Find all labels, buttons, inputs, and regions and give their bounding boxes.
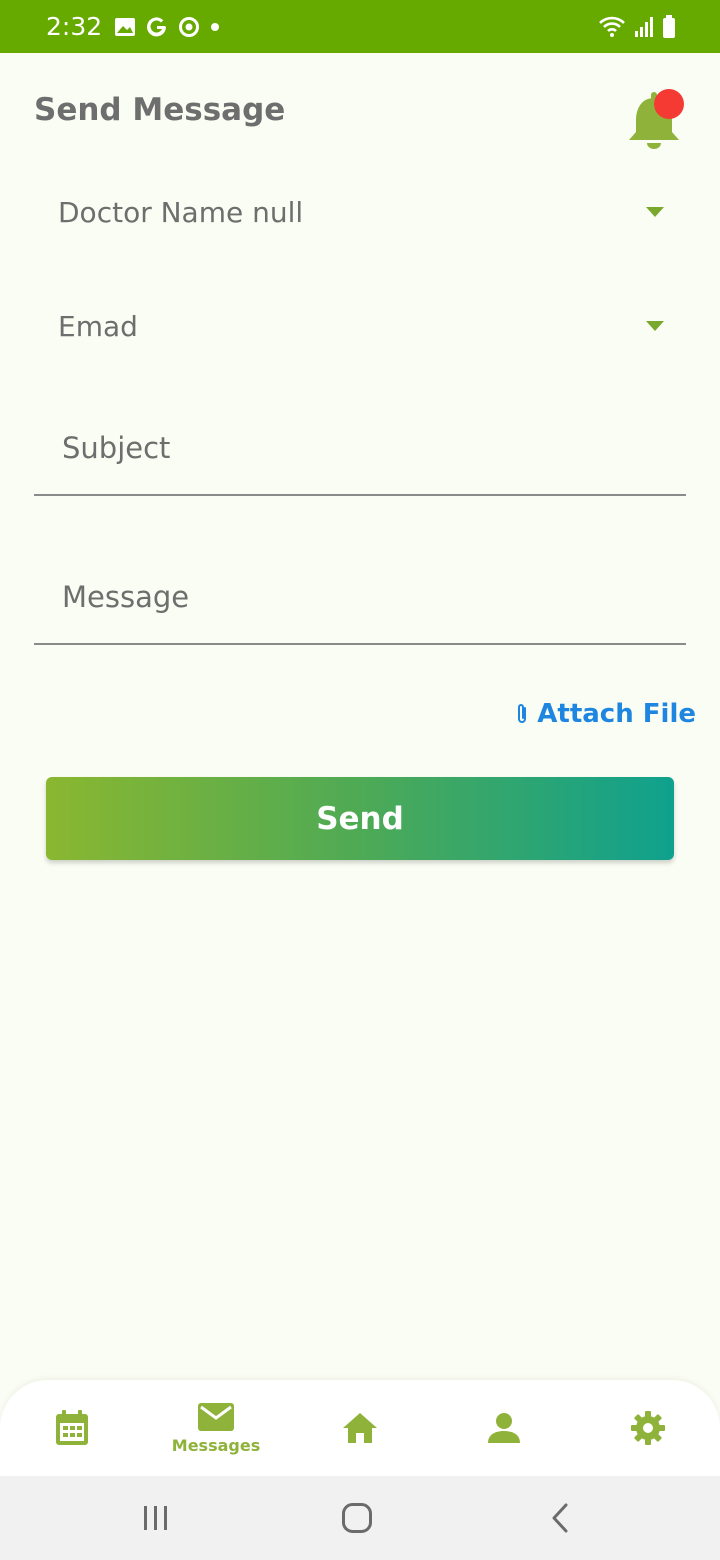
chevron-down-icon (646, 321, 664, 331)
status-icons-right (598, 0, 676, 53)
nav-item-profile[interactable] (432, 1380, 576, 1476)
sync-icon (178, 16, 200, 38)
message-field[interactable] (62, 575, 662, 619)
nav-item-calendar[interactable] (0, 1380, 144, 1476)
attach-file-link[interactable]: Attach File (515, 696, 696, 732)
patient-select[interactable]: Emad (34, 286, 686, 366)
calendar-icon (56, 1410, 88, 1445)
gallery-icon (114, 17, 136, 37)
notification-badge (654, 89, 684, 119)
message-field-container (34, 555, 686, 645)
paperclip-icon (518, 704, 527, 723)
back-button[interactable] (530, 1496, 590, 1540)
nav-label-messages: Messages (171, 1435, 261, 1455)
status-time: 2:32 (46, 12, 103, 41)
attach-file-label: Attach File (537, 699, 696, 729)
battery-icon (662, 14, 676, 39)
home-circle-icon (342, 1503, 372, 1533)
doctor-select[interactable]: Doctor Name null (34, 172, 686, 252)
mail-icon (198, 1402, 234, 1431)
google-icon (146, 16, 168, 38)
wifi-icon (598, 16, 626, 38)
doctor-select-value: Doctor Name null (58, 195, 304, 229)
subject-field-container (34, 406, 686, 496)
send-button[interactable]: Send (46, 777, 674, 860)
person-icon (488, 1413, 520, 1443)
home-system-button[interactable] (327, 1496, 387, 1540)
recent-apps-icon (144, 1506, 167, 1530)
nav-item-home[interactable] (288, 1380, 432, 1476)
patient-select-value: Emad (58, 309, 138, 343)
back-chevron-icon (552, 1503, 568, 1533)
page-title: Send Message (34, 92, 286, 128)
nav-item-messages[interactable]: Messages (144, 1380, 288, 1476)
home-icon (343, 1413, 377, 1443)
dot-icon (210, 22, 220, 32)
nav-item-settings[interactable] (576, 1380, 720, 1476)
recent-apps-button[interactable] (126, 1496, 186, 1540)
bottom-nav: Messages (0, 1380, 720, 1476)
gear-icon (631, 1411, 665, 1445)
status-bar: 2:32 (0, 0, 720, 53)
status-icons-left (114, 16, 220, 38)
system-nav-bar (0, 1476, 720, 1560)
signal-icon (634, 16, 654, 38)
subject-field[interactable] (62, 426, 662, 470)
chevron-down-icon (646, 207, 664, 217)
